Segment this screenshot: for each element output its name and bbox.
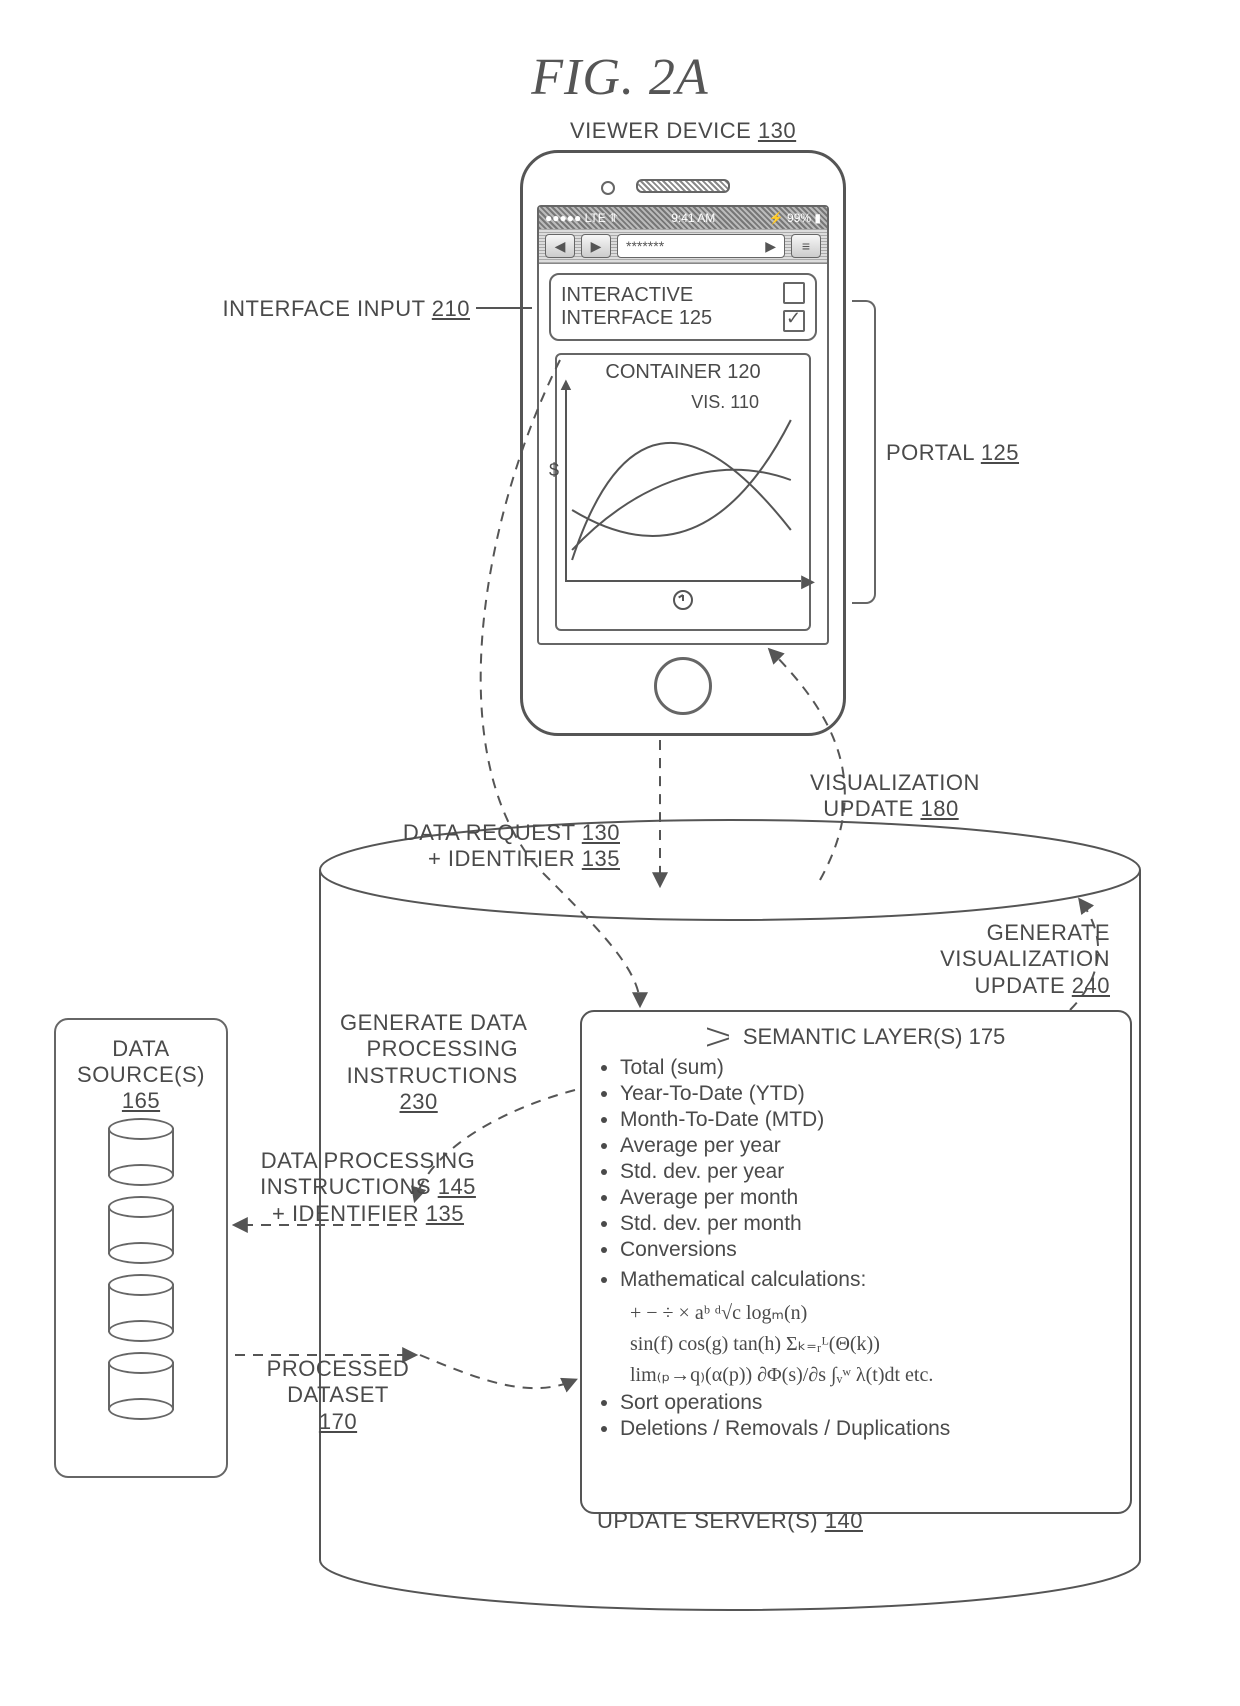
- semantic-tail-list: Sort operationsDeletions / Removals / Du…: [620, 1391, 1116, 1441]
- semantic-item: Sort operations: [620, 1391, 1116, 1415]
- label-data-proc-instructions: DATA PROCESSING INSTRUCTIONS 145 + IDENT…: [238, 1148, 498, 1227]
- figure-title: FIG. 2A: [0, 48, 1240, 107]
- home-button-icon: [654, 657, 712, 715]
- label-generate-data-proc: GENERATE DATA PROCESSING INSTRUCTIONS 23…: [340, 1010, 527, 1116]
- semantic-math-header: Mathematical calculations:: [620, 1268, 1116, 1292]
- semantic-item: Total (sum): [620, 1056, 1116, 1080]
- semantic-item: Month-To-Date (MTD): [620, 1108, 1116, 1132]
- math-row: sin(f) cos(g) tan(h) Σₖ₌ᵣᴸ(Θ(k)): [596, 1329, 1116, 1360]
- semantic-item: Std. dev. per year: [620, 1160, 1116, 1184]
- viewer-device-phone: ●●●●● LTE ⥣ 9:41 AM ⚡ 99% ▮ ◀ ▶ *******▶…: [520, 150, 846, 736]
- data-sources-box: DATA SOURCE(S) 165: [54, 1018, 228, 1478]
- semantic-item: Average per month: [620, 1186, 1116, 1210]
- y-axis-label: $: [549, 460, 559, 481]
- menu-button[interactable]: ≡: [791, 234, 821, 258]
- phone-speaker-icon: [636, 179, 730, 193]
- database-icon: [108, 1206, 174, 1254]
- patent-figure-diagram: FIG. 2A VIEWER DEVICE 130 INTERFACE INPU…: [0, 0, 1240, 1706]
- address-bar[interactable]: *******▶: [617, 234, 785, 258]
- portal-content: INTERACTIVE INTERFACE 125 CONTAINER 120: [545, 269, 821, 637]
- semantic-layer-box: SEMANTIC LAYER(S) 175 Total (sum)Year-To…: [580, 1010, 1132, 1514]
- database-icon: [108, 1362, 174, 1410]
- browser-toolbar: ◀ ▶ *******▶ ≡: [539, 229, 827, 264]
- semantic-item: Average per year: [620, 1134, 1116, 1158]
- label-viewer-device: VIEWER DEVICE 130: [570, 118, 796, 144]
- checkbox-unchecked-icon[interactable]: [783, 282, 805, 304]
- semantic-item: Conversions: [620, 1238, 1116, 1262]
- semantic-item-list: Total (sum)Year-To-Date (YTD)Month-To-Da…: [620, 1056, 1116, 1262]
- label-processed-dataset: PROCESSED DATASET 170: [238, 1356, 438, 1435]
- database-icon: [108, 1128, 174, 1176]
- shuffle-icon: [707, 1028, 729, 1046]
- interactive-interface-box: INTERACTIVE INTERFACE 125: [549, 273, 817, 341]
- checkbox-checked-icon[interactable]: [783, 310, 805, 332]
- semantic-item: Year-To-Date (YTD): [620, 1082, 1116, 1106]
- clock-icon: [673, 590, 693, 610]
- status-carrier: ●●●●● LTE ⥣: [545, 211, 618, 226]
- semantic-item: Std. dev. per month: [620, 1212, 1116, 1236]
- label-interface-input: INTERFACE INPUT 210: [210, 296, 470, 322]
- semantic-item: Deletions / Removals / Duplications: [620, 1417, 1116, 1441]
- status-battery: ⚡ 99% ▮: [769, 211, 821, 225]
- back-button[interactable]: ◀: [545, 234, 575, 258]
- label-generate-vis-update: GENERATE VISUALIZATION UPDATE 240: [880, 920, 1110, 999]
- bracket-icon: [852, 300, 876, 604]
- visualization-chart: ▲ ▶ $ VIS. 110: [565, 390, 801, 582]
- label-visualization-update: VISUALIZATION UPDATE 180: [810, 770, 980, 823]
- database-icon: [108, 1284, 174, 1332]
- math-row: + − ÷ × aᵇ ᵈ√c logₘ(n): [596, 1298, 1116, 1329]
- status-time: 9:41 AM: [671, 211, 715, 225]
- label-data-request: DATA REQUEST 130 + IDENTIFIER 135: [340, 820, 620, 873]
- math-row: lim₍ₚ→q₎(α(p)) ∂Φ(s)/∂s ∫ᵥʷ λ(t)dt etc.: [596, 1360, 1116, 1391]
- label-portal: PORTAL 125: [886, 440, 1019, 466]
- status-bar: ●●●●● LTE ⥣ 9:41 AM ⚡ 99% ▮: [539, 207, 827, 229]
- phone-camera-icon: [601, 181, 615, 195]
- forward-button[interactable]: ▶: [581, 234, 611, 258]
- container-box: CONTAINER 120 ▲ ▶ $ VIS. 110: [555, 353, 811, 631]
- phone-screen: ●●●●● LTE ⥣ 9:41 AM ⚡ 99% ▮ ◀ ▶ *******▶…: [537, 205, 829, 645]
